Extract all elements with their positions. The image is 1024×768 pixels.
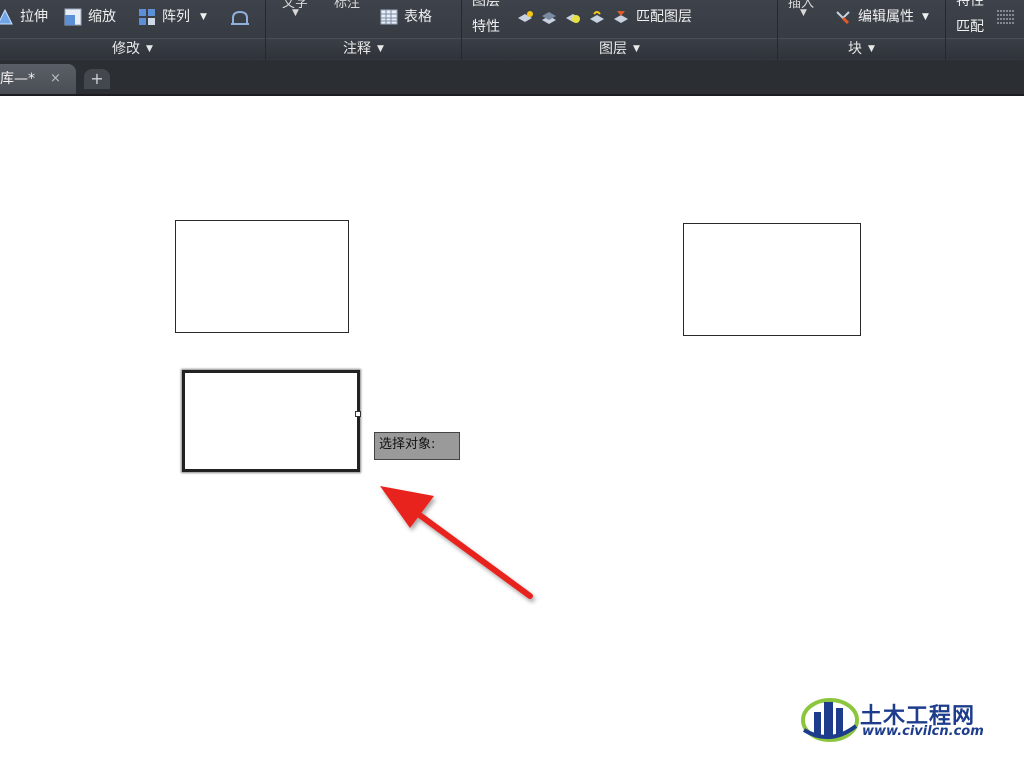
match-properties-button[interactable]: 特性 匹配 bbox=[956, 0, 984, 36]
edit-attributes-icon bbox=[834, 8, 852, 26]
document-tab-label: 库—* bbox=[0, 71, 35, 87]
block-panel-title[interactable]: 块 ▼ bbox=[778, 38, 945, 59]
text-dropdown-icon[interactable]: ▼ bbox=[292, 8, 299, 18]
table-button[interactable]: 表格 bbox=[380, 6, 432, 28]
chevron-down-icon: ▼ bbox=[868, 44, 875, 54]
new-tab-button[interactable]: + bbox=[84, 69, 110, 89]
scale-button[interactable]: 缩放 bbox=[64, 6, 116, 28]
match-layer-button[interactable]: 匹配图层 bbox=[636, 6, 692, 28]
drawing-canvas[interactable] bbox=[0, 96, 1024, 768]
properties-panel-title-strip bbox=[946, 38, 1024, 59]
block-panel: 插入 ▼ 编辑属性 ▼ 块 ▼ bbox=[778, 0, 946, 60]
layer-isolate-icon[interactable] bbox=[540, 8, 558, 26]
ribbon: 拉伸 缩放 阵列 ▼ 修改 ▼ 文字 ▼ 标注 表格 注释 ▼ 图层 特性 匹配… bbox=[0, 0, 1024, 60]
table-label: 表格 bbox=[404, 9, 432, 25]
match-layer-icon bbox=[612, 8, 630, 26]
chevron-down-icon[interactable]: ▼ bbox=[922, 6, 929, 28]
rectangle-selected[interactable] bbox=[182, 370, 360, 472]
linetype-icon[interactable] bbox=[996, 8, 1016, 26]
layer-tools: 匹配图层 bbox=[516, 6, 692, 28]
layer-lock-icon[interactable] bbox=[588, 8, 606, 26]
document-tab[interactable]: 库—* × bbox=[0, 64, 76, 94]
close-icon[interactable]: × bbox=[50, 64, 61, 94]
edit-attributes-label: 编辑属性 bbox=[858, 9, 914, 25]
annotation-panel: 文字 ▼ 标注 表格 注释 ▼ bbox=[266, 0, 462, 60]
modify-panel-title[interactable]: 修改 ▼ bbox=[0, 38, 265, 59]
annotation-arrow bbox=[380, 486, 533, 599]
scale-label: 缩放 bbox=[88, 9, 116, 25]
offset-icon bbox=[230, 8, 249, 26]
watermark: 土木工程网 www.civilcn.com bbox=[800, 690, 1000, 750]
chevron-down-icon: ▼ bbox=[377, 44, 384, 54]
layer-freeze-icon[interactable] bbox=[564, 8, 582, 26]
stretch-icon bbox=[0, 8, 14, 26]
stretch-label: 拉伸 bbox=[20, 9, 48, 25]
chevron-down-icon: ▼ bbox=[633, 44, 640, 54]
layers-panel: 图层 特性 匹配图层 图层 ▼ bbox=[462, 0, 778, 60]
edit-attributes-button[interactable]: 编辑属性 ▼ bbox=[834, 6, 929, 28]
properties-panel: 特性 匹配 bbox=[946, 0, 1024, 60]
select-objects-tooltip: 选择对象: bbox=[374, 432, 460, 460]
rectangle-top-right[interactable] bbox=[683, 223, 861, 336]
layer-properties-button[interactable]: 图层 特性 bbox=[472, 0, 500, 36]
dimension-button[interactable]: 标注 bbox=[334, 0, 360, 11]
table-icon bbox=[380, 8, 398, 26]
rectangle-top-left[interactable] bbox=[175, 220, 349, 333]
array-icon bbox=[138, 8, 156, 26]
civilcn-logo-icon bbox=[801, 698, 859, 742]
layers-panel-title[interactable]: 图层 ▼ bbox=[462, 38, 777, 59]
stretch-button[interactable]: 拉伸 bbox=[0, 6, 48, 28]
insert-dropdown-icon[interactable]: ▼ bbox=[800, 8, 807, 18]
selection-grip[interactable] bbox=[355, 411, 361, 417]
chevron-down-icon: ▼ bbox=[146, 44, 153, 54]
array-button[interactable]: 阵列 ▼ bbox=[138, 6, 207, 28]
document-tab-bar: 库—* × + bbox=[0, 60, 1024, 96]
layer-on-icon[interactable] bbox=[516, 8, 534, 26]
watermark-url: www.civilcn.com bbox=[862, 724, 984, 739]
scale-icon bbox=[64, 8, 82, 26]
offset-button[interactable] bbox=[230, 6, 254, 28]
chevron-down-icon[interactable]: ▼ bbox=[200, 6, 207, 28]
annotation-panel-title[interactable]: 注释 ▼ bbox=[266, 38, 461, 59]
array-label: 阵列 bbox=[162, 9, 190, 25]
modify-panel: 拉伸 缩放 阵列 ▼ 修改 ▼ bbox=[0, 0, 266, 60]
